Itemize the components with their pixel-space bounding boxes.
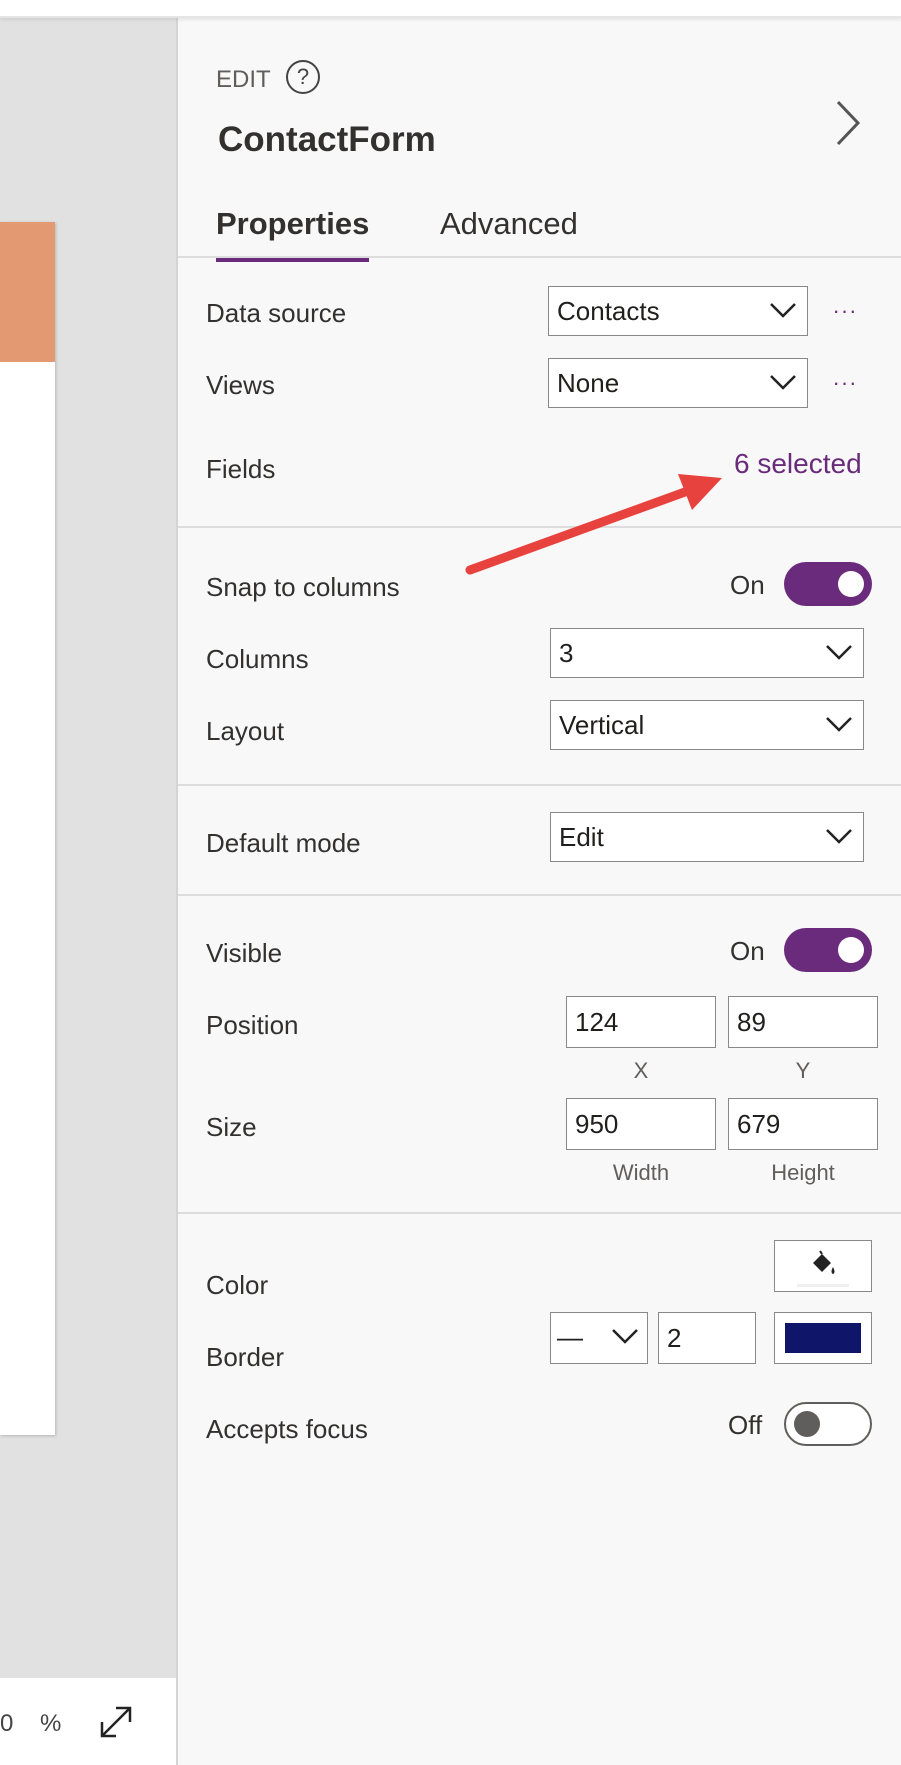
views-more-button[interactable]: ···: [830, 372, 860, 398]
control-name: ContactForm: [218, 120, 436, 159]
accepts-focus-state: Off: [728, 1410, 763, 1440]
views-dropdown[interactable]: None: [548, 358, 808, 408]
chevron-down-icon: [770, 375, 796, 390]
toggle-knob: [794, 1411, 820, 1437]
expand-diagonal-icon[interactable]: [96, 1702, 136, 1742]
columns-dropdown[interactable]: 3: [550, 628, 864, 678]
views-label: Views: [206, 370, 275, 400]
top-window-edge: [0, 0, 901, 18]
snap-to-columns-state: On: [730, 570, 765, 600]
toggle-knob: [838, 571, 864, 597]
visible-toggle[interactable]: [784, 928, 872, 972]
layout-dropdown[interactable]: Vertical: [550, 700, 864, 750]
layout-label: Layout: [206, 716, 285, 746]
tab-advanced[interactable]: Advanced: [440, 196, 578, 262]
form-preview-header: [0, 222, 55, 362]
views-value: None: [557, 368, 620, 398]
layout-value: Vertical: [559, 710, 645, 740]
chevron-down-icon: [770, 303, 796, 318]
position-y-input[interactable]: 89: [728, 996, 878, 1048]
chevron-right-icon[interactable]: [830, 96, 866, 150]
default-mode-label: Default mode: [206, 828, 361, 858]
help-icon[interactable]: ?: [286, 60, 320, 94]
visible-state: On: [730, 936, 765, 966]
visible-label: Visible: [206, 938, 283, 968]
border-color-swatch: [785, 1323, 861, 1353]
paint-bucket-icon: [813, 1250, 835, 1274]
border-color-button[interactable]: [774, 1312, 872, 1364]
chevron-down-icon: [612, 1329, 638, 1344]
border-style-value: —: [557, 1322, 583, 1352]
fields-selected-link[interactable]: 6 selected: [734, 448, 862, 480]
divider: [178, 1212, 901, 1214]
fill-color-button[interactable]: [774, 1240, 872, 1292]
chevron-down-icon: [826, 829, 852, 844]
position-y-caption: Y: [795, 1058, 811, 1083]
border-thickness-input[interactable]: 2: [658, 1312, 756, 1364]
columns-label: Columns: [206, 644, 309, 674]
chevron-down-icon: [826, 645, 852, 660]
tab-properties[interactable]: Properties: [216, 196, 370, 262]
form-preview-card[interactable]: [0, 222, 55, 1435]
canvas-footer: 0 %: [0, 1678, 176, 1765]
snap-to-columns-label: Snap to columns: [206, 572, 400, 602]
border-label: Border: [206, 1342, 285, 1372]
divider: [178, 894, 901, 896]
position-x-input[interactable]: 124: [566, 996, 716, 1048]
data-source-dropdown[interactable]: Contacts: [548, 286, 808, 336]
position-label: Position: [206, 1010, 299, 1040]
accepts-focus-toggle[interactable]: [784, 1402, 872, 1446]
annotation-arrow: [465, 474, 722, 575]
default-mode-dropdown[interactable]: Edit: [550, 812, 864, 862]
size-height-input[interactable]: 679: [728, 1098, 878, 1150]
fill-color-indicator: [797, 1284, 849, 1287]
border-style-dropdown[interactable]: —: [550, 1312, 648, 1364]
default-mode-value: Edit: [559, 822, 604, 852]
design-canvas[interactable]: [0, 16, 176, 1678]
columns-value: 3: [559, 638, 574, 668]
data-source-value: Contacts: [557, 296, 660, 326]
divider: [178, 784, 901, 786]
toggle-knob: [838, 937, 864, 963]
size-width-input[interactable]: 950: [566, 1098, 716, 1150]
size-height-caption: Height: [771, 1160, 835, 1185]
size-width-caption: Width: [612, 1160, 670, 1185]
size-label: Size: [206, 1112, 257, 1142]
data-source-more-button[interactable]: ···: [830, 300, 860, 326]
color-label: Color: [206, 1270, 269, 1300]
accepts-focus-label: Accepts focus: [206, 1414, 368, 1444]
edit-mode-label: EDIT: [216, 66, 271, 93]
snap-to-columns-toggle[interactable]: [784, 562, 872, 606]
divider: [178, 256, 901, 258]
chevron-down-icon: [826, 717, 852, 732]
properties-panel: EDIT ? ContactForm Properties Advanced D…: [176, 16, 901, 1765]
position-x-caption: X: [633, 1058, 649, 1083]
data-source-label: Data source: [206, 298, 347, 328]
fields-label: Fields: [206, 454, 276, 484]
zoom-percent-label: 0 %: [0, 1710, 72, 1737]
